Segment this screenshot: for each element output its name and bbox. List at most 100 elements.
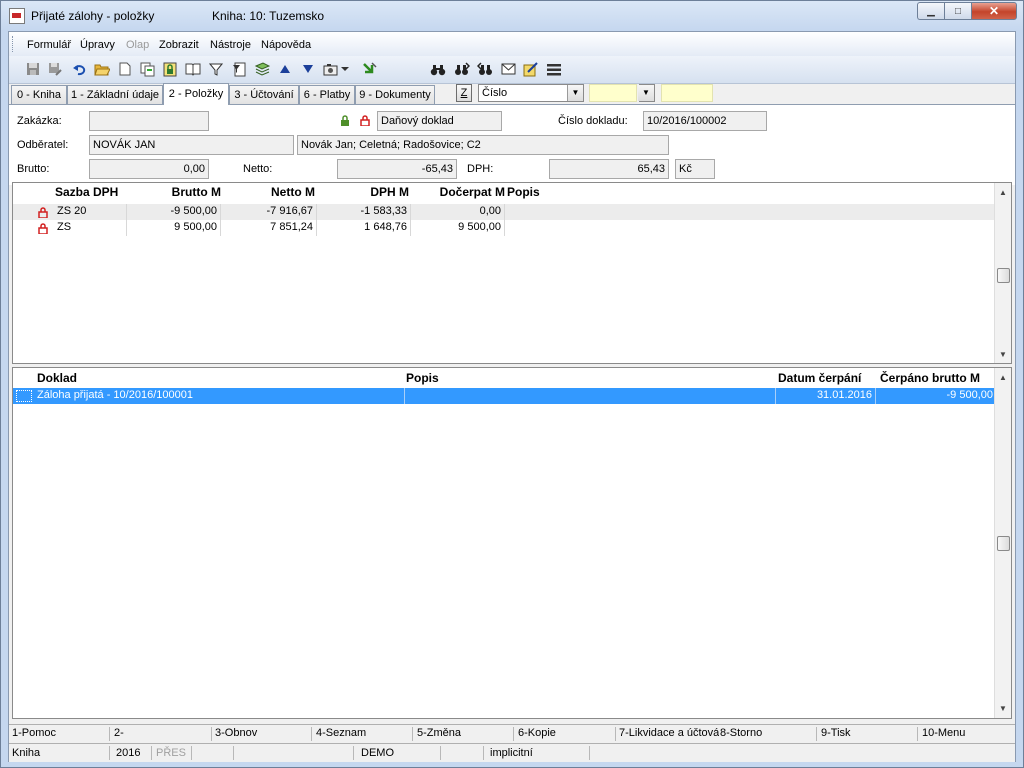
dropdown-arrow-icon[interactable]: [340, 61, 350, 77]
menu-lines-icon[interactable]: [546, 61, 562, 77]
table-row[interactable]: ZS 20 -9 500,00 -7 916,67 -1 583,33 0,00: [13, 204, 995, 220]
sort-combo[interactable]: Číslo ▼: [478, 84, 584, 102]
maximize-button[interactable]: □: [944, 2, 971, 20]
tab-uctovani[interactable]: 3 - Účtování: [229, 85, 299, 104]
fkey-9[interactable]: 9-Tisk: [821, 727, 851, 739]
col-popis[interactable]: Popis: [507, 183, 567, 199]
fkey-8[interactable]: 8-Storno: [720, 727, 762, 739]
zakazka-field[interactable]: [89, 111, 209, 131]
chevron-down-icon[interactable]: ▼: [567, 85, 583, 101]
col-netto-m[interactable]: Netto M: [223, 183, 317, 199]
scroll-thumb[interactable]: [997, 536, 1010, 551]
scroll-up-icon[interactable]: ▲: [995, 185, 1011, 201]
tab-kniha[interactable]: 0 - Kniha: [11, 85, 67, 104]
table-row[interactable]: Záloha přijatá - 10/2016/100001 31.01.20…: [13, 388, 995, 404]
fkey-3[interactable]: 3-Obnov: [215, 727, 257, 739]
col-sazba-dph[interactable]: Sazba DPH: [55, 183, 130, 199]
save-icon[interactable]: [25, 61, 41, 77]
col-dph-m[interactable]: DPH M: [317, 183, 411, 199]
camera-icon[interactable]: [323, 61, 339, 77]
minimize-button[interactable]: ▁: [917, 2, 944, 20]
status-separator: [353, 746, 354, 760]
title-bar[interactable]: Přijaté zálohy - položky Kniha: 10: Tuze…: [1, 1, 1023, 31]
col-brutto-m[interactable]: Brutto M: [131, 183, 223, 199]
brutto-field[interactable]: 0,00: [89, 159, 209, 179]
col-datum-cerpani[interactable]: Datum čerpání: [778, 368, 880, 385]
zakazka-label: Zakázka:: [17, 115, 62, 127]
search-input-2[interactable]: [661, 84, 713, 102]
scroll-down-icon[interactable]: ▼: [995, 347, 1011, 363]
lock-green-icon: [341, 115, 349, 126]
find-next-icon[interactable]: [454, 61, 470, 77]
status-mode: implicitní: [490, 747, 533, 759]
menu-nastroje[interactable]: Nástroje: [210, 39, 251, 51]
scroll-thumb[interactable]: [997, 268, 1010, 283]
tab-dokumenty[interactable]: 9 - Dokumenty: [355, 85, 435, 104]
menu-upravy[interactable]: Úpravy: [80, 39, 115, 51]
chevron-down-icon[interactable]: ▼: [638, 85, 654, 101]
binoculars-icon[interactable]: [430, 61, 446, 77]
col-doc-popis[interactable]: Popis: [406, 368, 776, 385]
new-document-icon[interactable]: [117, 61, 133, 77]
menu-zobrazit[interactable]: Zobrazit: [159, 39, 199, 51]
fkey-6[interactable]: 6-Kopie: [518, 727, 556, 739]
find-prev-icon[interactable]: [477, 61, 493, 77]
vat-grid[interactable]: Sazba DPH Brutto M Netto M DPH M Dočerpa…: [12, 182, 1012, 364]
undo-icon[interactable]: [71, 61, 87, 77]
netto-field[interactable]: -65,43: [337, 159, 457, 179]
cislo-dokladu-field[interactable]: 10/2016/100002: [643, 111, 767, 131]
menu-napoveda[interactable]: Nápověda: [261, 39, 311, 51]
row-checkbox[interactable]: [16, 390, 32, 402]
tab-zakladni-udaje[interactable]: 1 - Základní údaje: [67, 85, 163, 104]
fkey-1[interactable]: 1-Pomoc: [12, 727, 56, 739]
col-docerpat-m[interactable]: Dočerpat M: [411, 183, 507, 199]
fkey-4[interactable]: 4-Seznam: [316, 727, 366, 739]
fkey-5[interactable]: 5-Změna: [417, 727, 461, 739]
col-cerpano-brutto[interactable]: Čerpáno brutto M: [880, 368, 996, 385]
fkey-7[interactable]: 7-Likvidace a účtová: [619, 727, 719, 739]
search-combo-button[interactable]: ▼: [638, 84, 655, 102]
dph-field[interactable]: 65,43: [549, 159, 669, 179]
copy-icon[interactable]: [139, 61, 155, 77]
col-doklad[interactable]: Doklad: [37, 368, 403, 385]
tab-polozky[interactable]: 2 - Položky: [163, 83, 229, 105]
save-as-icon[interactable]: [47, 61, 63, 77]
vat-grid-scrollbar[interactable]: ▲ ▼: [994, 183, 1011, 363]
table-row[interactable]: ZS 9 500,00 7 851,24 1 648,76 9 500,00: [13, 220, 995, 236]
open-folder-icon[interactable]: [94, 61, 110, 77]
odberatel-address-field[interactable]: Novák Jan; Celetná; Radošovice; C2: [297, 135, 669, 155]
scroll-up-icon[interactable]: ▲: [995, 370, 1011, 386]
cell-sazba: ZS 20: [55, 204, 127, 220]
arrow-up-icon[interactable]: [277, 61, 293, 77]
close-button[interactable]: ✕: [971, 2, 1017, 20]
odberatel-field[interactable]: NOVÁK JAN: [89, 135, 294, 155]
layers-icon[interactable]: [254, 61, 270, 77]
doc-grid[interactable]: Doklad Popis Datum čerpání Čerpáno brutt…: [12, 367, 1012, 719]
fkey-10[interactable]: 10-Menu: [922, 727, 965, 739]
menu-olap[interactable]: Olap: [126, 39, 149, 51]
cell-docerpat: 9 500,00: [411, 220, 505, 236]
status-separator: [440, 746, 441, 760]
fkey-separator: [211, 727, 212, 741]
book-icon[interactable]: [185, 61, 201, 77]
doc-grid-scrollbar[interactable]: ▲ ▼: [994, 368, 1011, 718]
status-separator: [151, 746, 152, 760]
lock-icon[interactable]: [162, 61, 178, 77]
app-icon[interactable]: [9, 8, 25, 24]
danovy-doklad-field[interactable]: Daňový doklad: [377, 111, 502, 131]
arrow-down-icon[interactable]: [300, 61, 316, 77]
filter-icon[interactable]: [208, 61, 224, 77]
fkey-2[interactable]: 2-: [114, 727, 124, 739]
menu-formular[interactable]: Formulář: [27, 39, 71, 51]
scroll-down-icon[interactable]: ▼: [995, 701, 1011, 717]
note-icon[interactable]: [523, 61, 539, 77]
tab-platby[interactable]: 6 - Platby: [299, 85, 355, 104]
green-arrow-icon[interactable]: [362, 61, 378, 77]
menu-grip[interactable]: [12, 36, 16, 52]
currency-field[interactable]: Kč: [675, 159, 715, 179]
mail-icon[interactable]: [500, 61, 516, 77]
document-filter-icon[interactable]: [231, 61, 247, 77]
search-input-1[interactable]: [589, 84, 637, 102]
fkey-separator: [412, 727, 413, 741]
z-button[interactable]: Z: [456, 84, 472, 102]
